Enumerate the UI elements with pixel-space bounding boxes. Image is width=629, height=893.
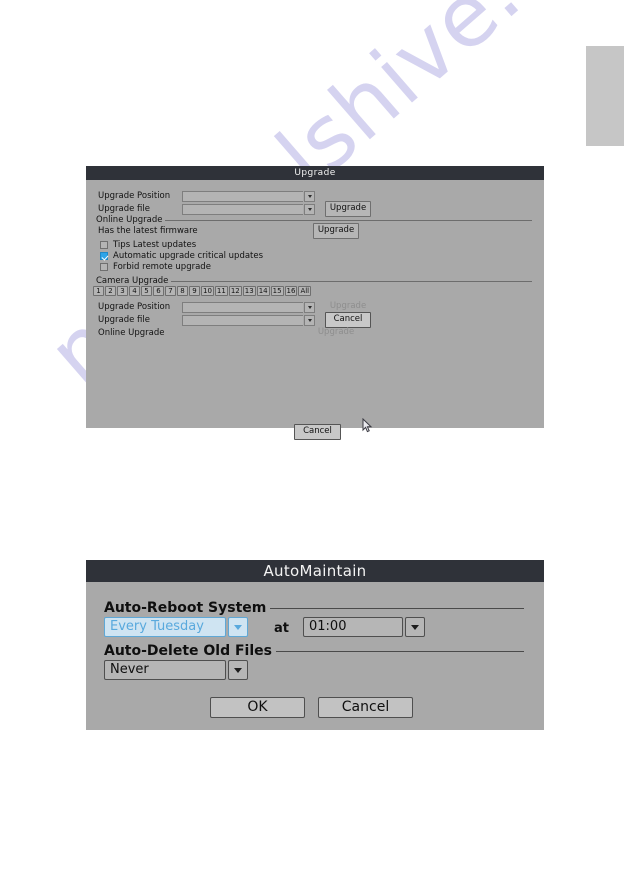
upgrade-position-input[interactable] bbox=[182, 190, 303, 202]
reboot-time-combo[interactable]: 01:00 bbox=[303, 617, 425, 637]
camera-upgrade-file-input[interactable] bbox=[182, 314, 303, 326]
upgrade-file-input[interactable] bbox=[182, 203, 303, 215]
ok-button[interactable]: OK bbox=[210, 697, 305, 718]
camera-upgrade-position-label: Upgrade Position bbox=[98, 302, 171, 312]
channel-chip-4[interactable]: 4 bbox=[129, 286, 140, 296]
camera-upgrade-file-label: Upgrade file bbox=[98, 315, 150, 325]
checkbox-label: Automatic upgrade critical updates bbox=[113, 251, 264, 261]
channel-chip-16[interactable]: 16 bbox=[284, 286, 298, 296]
camera-upgrade-group-label: Camera Upgrade bbox=[96, 276, 169, 286]
camera-upgrade-position-row: Upgrade Position Upgrade bbox=[98, 301, 371, 313]
camera-upgrade-group: Camera Upgrade bbox=[96, 276, 532, 286]
group-divider bbox=[165, 219, 532, 221]
camera-upgrade-position-combo[interactable] bbox=[182, 301, 315, 313]
channel-chip-13[interactable]: 13 bbox=[242, 286, 256, 296]
channel-chip-10[interactable]: 10 bbox=[201, 286, 214, 296]
chevron-down-icon[interactable] bbox=[405, 617, 425, 637]
firmware-status-label: Has the latest firmware bbox=[98, 226, 198, 236]
upgrade-position-row: Upgrade Position bbox=[98, 190, 315, 202]
channel-chip-1[interactable]: 1 bbox=[93, 286, 104, 296]
upgrade-file-label: Upgrade file bbox=[98, 204, 150, 214]
camera-upgrade-file-row: Upgrade file Cancel bbox=[98, 312, 371, 328]
checkbox-automatic-upgrade-critical-updates[interactable]: Automatic upgrade critical updates bbox=[100, 251, 263, 261]
channel-chip-6[interactable]: 6 bbox=[153, 286, 164, 296]
upgrade-dialog-body: Upgrade Position Upgrade file Upgrade On… bbox=[86, 180, 544, 440]
channel-selector[interactable]: 1 2 3 4 5 6 7 8 9 10 11 12 13 14 15 16 All bbox=[93, 286, 312, 296]
reboot-time-value[interactable]: 01:00 bbox=[303, 617, 403, 637]
camera-online-upgrade-row: Online Upgrade Upgrade bbox=[98, 327, 359, 339]
automaintain-dialog-body: Auto-Reboot System Every Tuesday at 01:0… bbox=[86, 582, 544, 738]
auto-delete-value[interactable]: Never bbox=[104, 660, 226, 680]
camera-online-upgrade-label: Online Upgrade bbox=[98, 328, 165, 338]
camera-upgrade-file-combo[interactable] bbox=[182, 314, 315, 326]
auto-delete-group-label: Auto-Delete Old Files bbox=[104, 643, 272, 659]
automaintain-dialog: AutoMaintain Auto-Reboot System Every Tu… bbox=[86, 560, 544, 730]
chevron-down-icon[interactable] bbox=[228, 617, 248, 637]
checkbox-checked-icon[interactable] bbox=[100, 252, 108, 260]
checkbox-icon[interactable] bbox=[100, 241, 108, 249]
checkbox-forbid-remote-upgrade[interactable]: Forbid remote upgrade bbox=[100, 262, 211, 272]
reboot-day-value[interactable]: Every Tuesday bbox=[104, 617, 226, 637]
camera-upgrade-position-input[interactable] bbox=[182, 301, 303, 313]
auto-reboot-group: Auto-Reboot System bbox=[104, 600, 524, 616]
cancel-button[interactable]: Cancel bbox=[318, 697, 413, 718]
camera-online-upgrade-button: Upgrade bbox=[317, 327, 355, 338]
auto-reboot-group-label: Auto-Reboot System bbox=[104, 600, 267, 616]
automaintain-dialog-title: AutoMaintain bbox=[86, 560, 544, 582]
group-divider bbox=[171, 280, 532, 282]
channel-chip-14[interactable]: 14 bbox=[256, 286, 270, 296]
channel-chip-12[interactable]: 12 bbox=[228, 286, 242, 296]
channel-chip-5[interactable]: 5 bbox=[141, 286, 152, 296]
channel-chip-8[interactable]: 8 bbox=[177, 286, 188, 296]
chevron-down-icon[interactable] bbox=[304, 190, 315, 202]
upgrade-position-label: Upgrade Position bbox=[98, 191, 171, 201]
chevron-down-icon[interactable] bbox=[304, 203, 315, 215]
upgrade-file-row: Upgrade file Upgrade bbox=[98, 201, 371, 217]
channel-chip-all[interactable]: All bbox=[298, 286, 312, 296]
chevron-down-icon[interactable] bbox=[228, 660, 248, 680]
chevron-down-icon[interactable] bbox=[304, 314, 315, 326]
checkbox-label: Forbid remote upgrade bbox=[113, 262, 211, 272]
upgrade-file-combo[interactable] bbox=[182, 203, 315, 215]
checkbox-icon[interactable] bbox=[100, 263, 108, 271]
group-divider bbox=[270, 607, 524, 609]
reboot-day-combo[interactable]: Every Tuesday bbox=[104, 617, 248, 637]
auto-delete-group: Auto-Delete Old Files bbox=[104, 643, 524, 659]
channel-chip-11[interactable]: 11 bbox=[214, 286, 228, 296]
auto-delete-combo[interactable]: Never bbox=[104, 660, 248, 680]
upgrade-position-combo[interactable] bbox=[182, 190, 315, 202]
checkbox-tips-latest-updates[interactable]: Tips Latest updates bbox=[100, 240, 196, 250]
chevron-down-icon[interactable] bbox=[304, 301, 315, 313]
upgrade-dialog-title: Upgrade bbox=[86, 166, 544, 180]
page-side-tab bbox=[586, 46, 624, 146]
checkbox-label: Tips Latest updates bbox=[113, 240, 197, 250]
firmware-status-row: Has the latest firmware Upgrade bbox=[98, 223, 359, 239]
channel-chip-9[interactable]: 9 bbox=[189, 286, 200, 296]
page-canvas: manualshive.com Upgrade Upgrade Position… bbox=[0, 0, 629, 893]
upgrade-dialog: Upgrade Upgrade Position Upgrade file Up… bbox=[86, 166, 544, 440]
channel-chip-2[interactable]: 2 bbox=[105, 286, 116, 296]
channel-chip-7[interactable]: 7 bbox=[165, 286, 176, 296]
upgrade-dialog-cancel-button[interactable]: Cancel bbox=[294, 424, 341, 440]
at-label: at bbox=[274, 621, 289, 636]
group-divider bbox=[275, 650, 524, 652]
channel-chip-15[interactable]: 15 bbox=[270, 286, 284, 296]
firmware-upgrade-button[interactable]: Upgrade bbox=[313, 223, 359, 239]
online-upgrade-group-label: Online Upgrade bbox=[96, 215, 163, 225]
channel-chip-3[interactable]: 3 bbox=[117, 286, 128, 296]
